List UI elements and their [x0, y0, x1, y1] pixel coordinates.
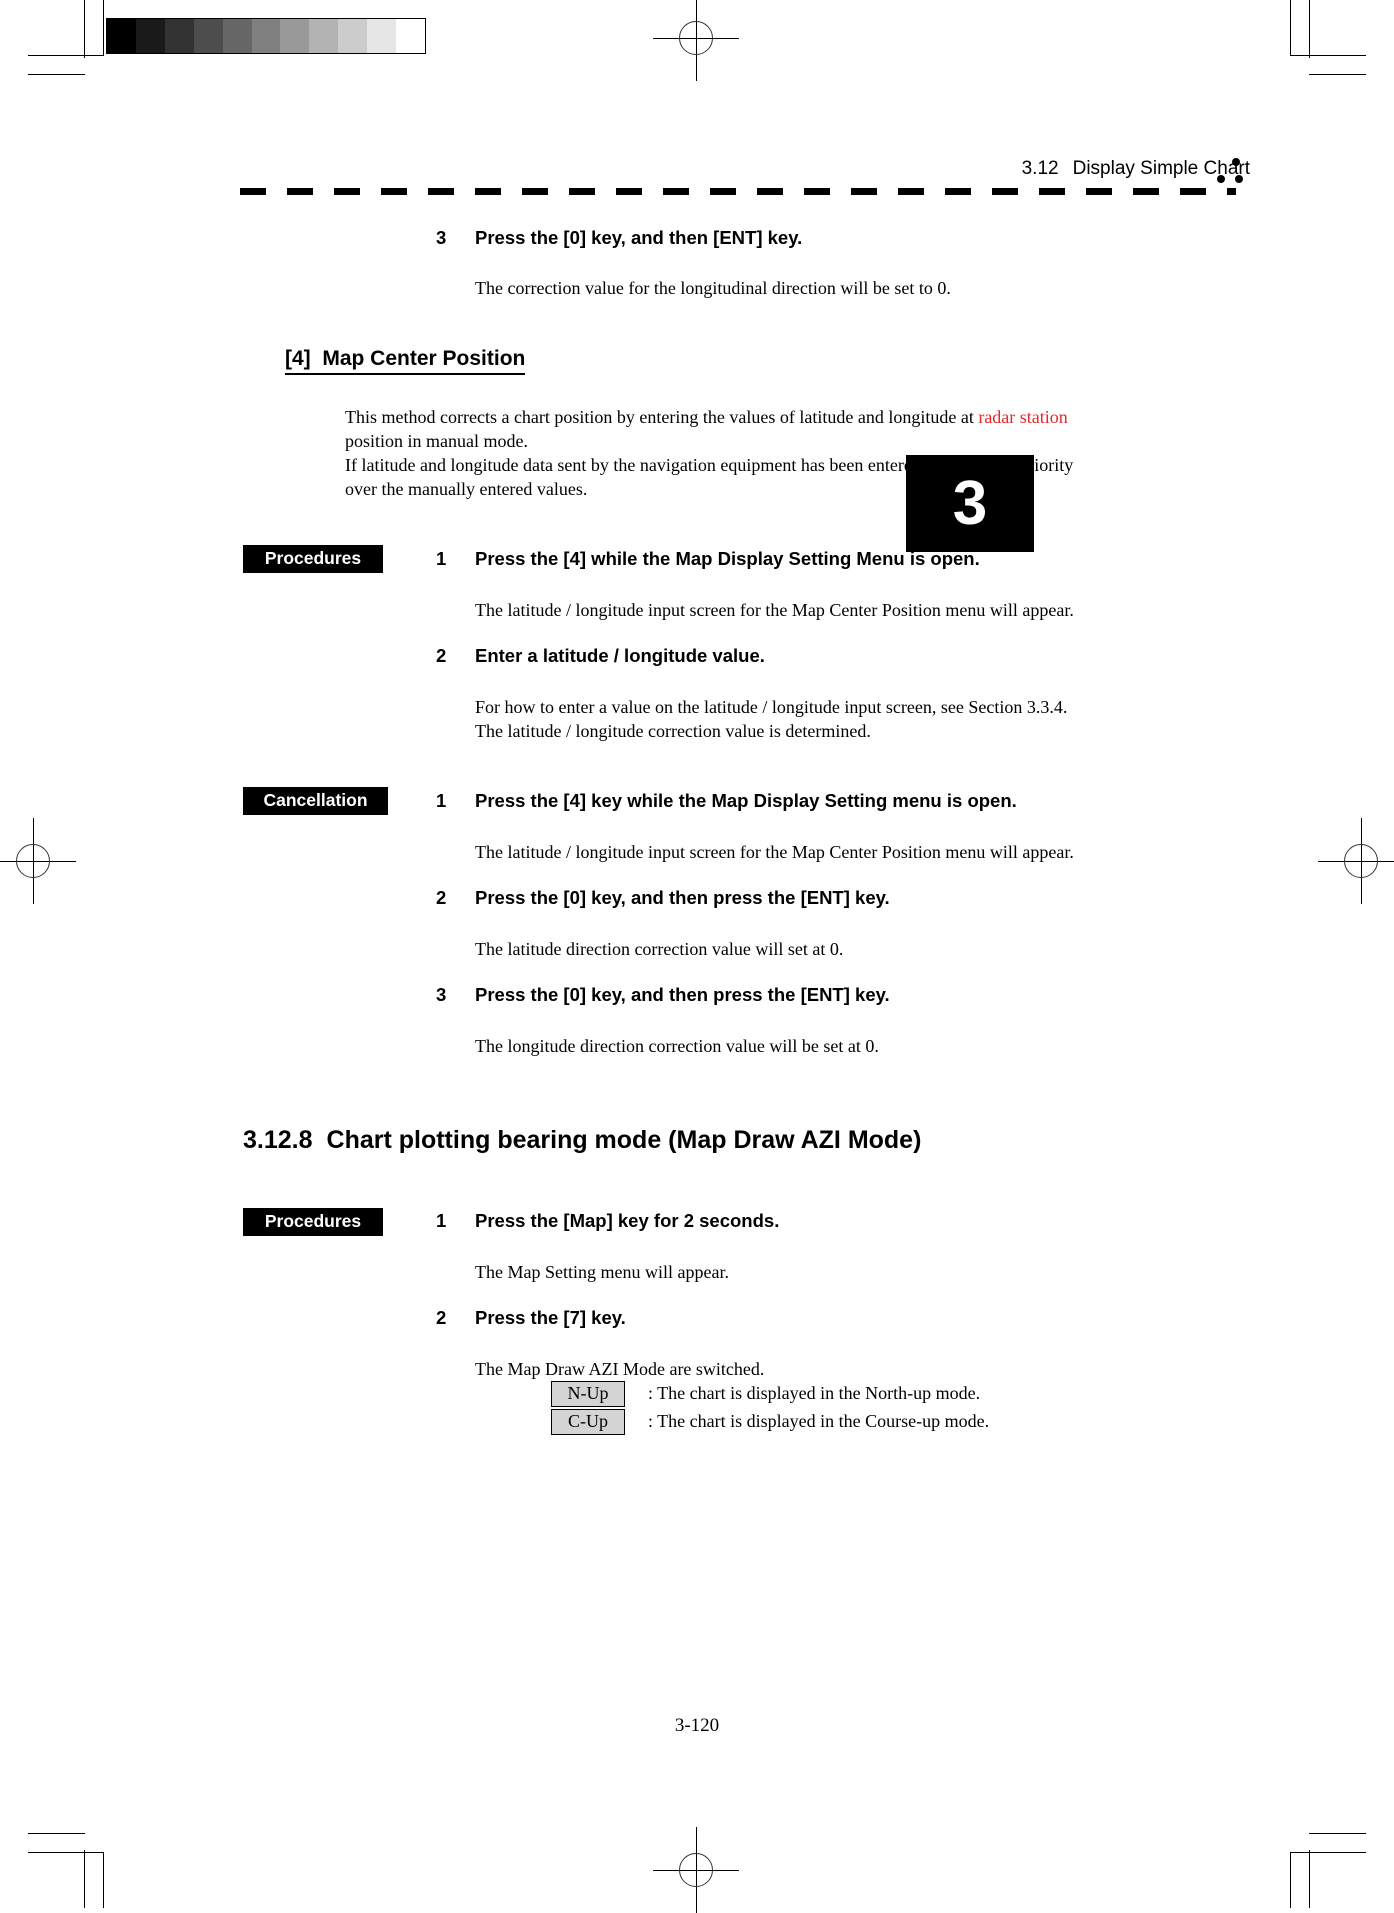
step-title: Press the [0] key, and then press the [E…	[475, 984, 890, 1005]
procedures-label: Procedures	[243, 545, 383, 573]
step-title: Press the [4] while the Map Display Sett…	[475, 548, 980, 569]
step-body-line2: The latitude / longitude correction valu…	[475, 721, 871, 741]
mode-description: : The chart is displayed in the Course-u…	[648, 1411, 990, 1431]
step-title: Press the [Map] key for 2 seconds.	[475, 1210, 780, 1231]
step-title: Press the [4] key while the Map Display …	[475, 790, 1017, 811]
step-number: 2	[436, 887, 447, 908]
step-body: The correction value for the longitudina…	[475, 278, 951, 298]
step-body: The Map Draw AZI Mode are switched.	[475, 1359, 765, 1379]
step-body: For how to enter a value on the latitude…	[475, 695, 1235, 743]
section-number: 3.12.8	[243, 1126, 313, 1154]
intro-line4: over the manually entered values.	[345, 479, 588, 499]
three-dots-icon	[1213, 158, 1245, 192]
header-section-number: 3.12	[1021, 158, 1059, 179]
intro-line1-highlight: radar station	[978, 407, 1068, 427]
mode-description: : The chart is displayed in the North-up…	[648, 1383, 981, 1403]
intro-line3: If latitude and longitude data sent by t…	[345, 455, 1074, 475]
step-number: 1	[436, 1210, 447, 1231]
step-title: Press the [0] key, and then [ENT] key.	[475, 227, 803, 248]
step-number: 2	[436, 645, 447, 666]
step-number: 3	[436, 227, 447, 248]
step-number: 1	[436, 548, 447, 569]
page-number: 3-120	[674, 1715, 720, 1736]
subsection-title: Map Center Position	[322, 347, 526, 370]
section-title: Chart plotting bearing mode (Map Draw AZ…	[326, 1126, 922, 1154]
running-header: 3.12 Display Simple Chart	[240, 158, 1250, 180]
step-number: 1	[436, 790, 447, 811]
step-body: The latitude direction correction value …	[475, 939, 844, 959]
cancellation-label: Cancellation	[243, 787, 388, 815]
step-body: The longitude direction correction value…	[475, 1036, 879, 1056]
document-page: 3.12 Display Simple Chart 3 3 Press the […	[0, 0, 1394, 1908]
step-number: 3	[436, 984, 447, 1005]
intro-line1-text: This method corrects a chart position by…	[345, 407, 979, 427]
mode-box-n-up: N-Up	[551, 1381, 625, 1407]
step-title: Enter a latitude / longitude value.	[475, 645, 765, 666]
subsection-heading: [4] Map Center Position	[285, 347, 526, 375]
step-body: The latitude / longitude input screen fo…	[475, 600, 1074, 620]
mode-box-c-up: C-Up	[551, 1409, 625, 1435]
map-center-intro: This method corrects a chart position by…	[345, 405, 1195, 501]
step-number: 2	[436, 1307, 447, 1328]
procedures-label: Procedures	[243, 1208, 383, 1236]
section-heading: 3.12.8 Chart plotting bearing mode (Map D…	[243, 1126, 921, 1155]
intro-line2: position in manual mode.	[345, 431, 528, 451]
step-body: The latitude / longitude input screen fo…	[475, 842, 1074, 862]
subsection-tag: [4]	[285, 347, 311, 370]
header-dashed-rule	[240, 188, 1236, 195]
step-title: Press the [7] key.	[475, 1307, 626, 1328]
step-body: The Map Setting menu will appear.	[475, 1262, 729, 1282]
step-body-line1: For how to enter a value on the latitude…	[475, 697, 1068, 717]
step-title: Press the [0] key, and then press the [E…	[475, 887, 890, 908]
